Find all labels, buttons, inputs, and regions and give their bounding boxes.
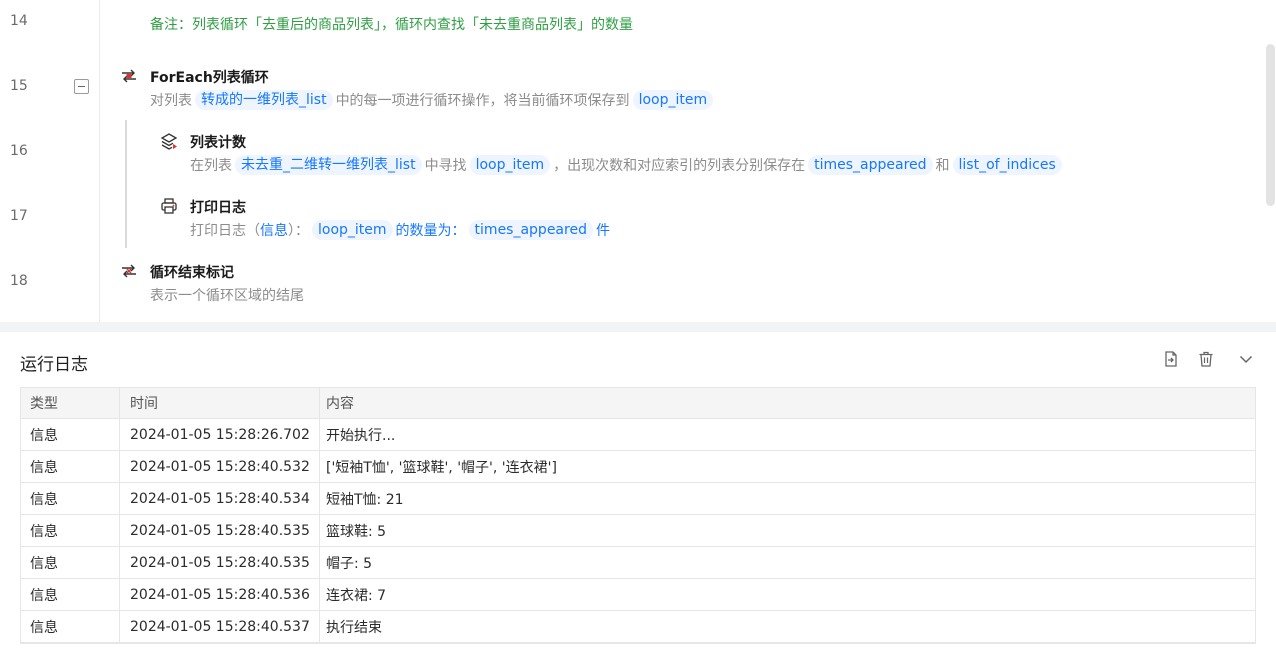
- desc-text: 中的每一项进行循环操作，将当前循环项保存到: [335, 93, 630, 109]
- line-number: 17: [10, 208, 28, 224]
- table-row[interactable]: 信息 2024-01-05 15:28:40.535 篮球鞋: 5: [21, 515, 1255, 547]
- table-row[interactable]: 信息 2024-01-05 15:28:26.702 开始执行...: [21, 419, 1255, 451]
- log-content-cell: 帽子: 5: [326, 555, 373, 572]
- loop-scope-guide: [125, 120, 127, 248]
- step-print-log[interactable]: 打印日志 打印日志（ 信息 ）： loop_item 的数量为： times_a…: [160, 197, 1220, 243]
- step-foreach-loop[interactable]: ForEach列表循环 对列表 转成的一维列表_list 中的每一项进行循环操作…: [120, 67, 1220, 113]
- column-header-time[interactable]: 时间: [120, 388, 320, 418]
- step-title: 打印日志: [190, 200, 246, 216]
- step-title: 循环结束标记: [150, 265, 234, 281]
- desc-text: 和: [935, 158, 950, 174]
- log-type-cell: 信息: [21, 611, 120, 642]
- variable-chip[interactable]: times_appeared: [808, 155, 933, 175]
- run-log-panel: 运行日志 类型 时间 内容 信息 2024-01-05 15:28:26.702…: [0, 332, 1276, 657]
- step-description: 打印日志（ 信息 ）： loop_item 的数量为： times_appear…: [190, 220, 610, 240]
- variable-chip[interactable]: 未去重_二维转一维列表_list: [235, 155, 422, 175]
- line-number: 15: [10, 78, 28, 94]
- step-title: 列表计数: [190, 135, 246, 151]
- line-number: 18: [10, 273, 28, 289]
- log-time-cell: 2024-01-05 15:28:40.535: [120, 547, 320, 578]
- log-content-cell: 开始执行...: [326, 427, 396, 444]
- variable-chip[interactable]: loop_item: [632, 90, 714, 110]
- desc-text: ）：: [288, 223, 309, 239]
- log-content-cell: ['短袖T恤', '篮球鞋', '帽子', '连衣裙']: [326, 459, 557, 476]
- log-type-cell: 信息: [21, 515, 120, 546]
- collapse-panel-button[interactable]: [1235, 348, 1257, 370]
- export-icon: [1165, 351, 1177, 367]
- log-text: 的数量为：: [395, 223, 466, 239]
- log-time-cell: 2024-01-05 15:28:26.702: [120, 419, 320, 450]
- desc-text: 打印日志（: [190, 223, 260, 239]
- step-list-count[interactable]: 列表计数 在列表 未去重_二维转一维列表_list 中寻找 loop_item …: [160, 132, 1220, 178]
- step-description: 表示一个循环区域的结尾: [150, 288, 304, 304]
- log-content-cell: 连衣裙: 7: [326, 587, 387, 604]
- loop-icon: [120, 67, 138, 85]
- desc-text: 中寻找: [424, 158, 467, 174]
- panel-title: 运行日志: [20, 355, 88, 375]
- log-level: 信息: [260, 223, 288, 239]
- step-title: ForEach列表循环: [150, 70, 269, 86]
- log-content-cell: 执行结束: [326, 619, 382, 636]
- log-content-cell: 短袖T恤: 21: [326, 491, 404, 508]
- log-type-cell: 信息: [21, 451, 120, 482]
- workflow-editor: 14 15 16 17 18 备注：列表循环「去重后的商品列表」，循环内查找「未…: [0, 0, 1276, 322]
- line-number: 16: [10, 143, 28, 159]
- column-header-content[interactable]: 内容: [320, 388, 1255, 418]
- trash-icon: [1199, 351, 1213, 367]
- log-time-cell: 2024-01-05 15:28:40.532: [120, 451, 320, 482]
- panel-splitter[interactable]: [0, 322, 1276, 332]
- log-type-cell: 信息: [21, 419, 120, 450]
- loop-end-icon: [120, 262, 138, 280]
- line-number-gutter: 14 15 16 17 18: [0, 0, 100, 322]
- clear-log-button[interactable]: [1195, 348, 1217, 370]
- log-text: 件: [595, 223, 610, 239]
- log-type-cell: 信息: [21, 483, 120, 514]
- table-row[interactable]: 信息 2024-01-05 15:28:40.536 连衣裙: 7: [21, 579, 1255, 611]
- table-row[interactable]: 信息 2024-01-05 15:28:40.532 ['短袖T恤', '篮球鞋…: [21, 451, 1255, 483]
- step-description: 对列表 转成的一维列表_list 中的每一项进行循环操作，将当前循环项保存到 l…: [150, 90, 716, 110]
- log-time-cell: 2024-01-05 15:28:40.536: [120, 579, 320, 610]
- variable-chip[interactable]: loop_item: [469, 155, 551, 175]
- log-table: 类型 时间 内容 信息 2024-01-05 15:28:26.702 开始执行…: [20, 387, 1256, 644]
- export-log-button[interactable]: [1160, 348, 1182, 370]
- editor-scrollbar[interactable]: [1266, 44, 1275, 206]
- step-description: 在列表 未去重_二维转一维列表_list 中寻找 loop_item ，出现次数…: [190, 155, 1065, 175]
- log-time-cell: 2024-01-05 15:28:40.534: [120, 483, 320, 514]
- table-row[interactable]: 信息 2024-01-05 15:28:40.535 帽子: 5: [21, 547, 1255, 579]
- collapse-toggle-icon[interactable]: [74, 79, 89, 94]
- chevron-down-icon: [1239, 355, 1253, 364]
- log-type-cell: 信息: [21, 579, 120, 610]
- log-type-cell: 信息: [21, 547, 120, 578]
- desc-text: 对列表: [150, 93, 192, 109]
- column-header-type[interactable]: 类型: [21, 388, 120, 418]
- table-header-row: 类型 时间 内容: [21, 388, 1255, 419]
- table-row[interactable]: 信息 2024-01-05 15:28:40.537 执行结束: [21, 611, 1255, 643]
- variable-chip[interactable]: list_of_indices: [952, 155, 1062, 175]
- variable-chip[interactable]: times_appeared: [468, 220, 593, 240]
- log-content-cell: 篮球鞋: 5: [326, 523, 387, 540]
- layers-icon: [160, 132, 178, 150]
- log-time-cell: 2024-01-05 15:28:40.535: [120, 515, 320, 546]
- desc-text: ，出现次数和对应索引的列表分别保存在: [553, 158, 806, 174]
- table-row[interactable]: 信息 2024-01-05 15:28:40.534 短袖T恤: 21: [21, 483, 1255, 515]
- log-time-cell: 2024-01-05 15:28:40.537: [120, 611, 320, 642]
- variable-chip[interactable]: 转成的一维列表_list: [195, 90, 333, 110]
- comment-note[interactable]: 备注：列表循环「去重后的商品列表」，循环内查找「未去重商品列表」的数量: [150, 14, 633, 34]
- variable-chip[interactable]: loop_item: [312, 220, 393, 240]
- line-number: 14: [10, 13, 28, 29]
- desc-text: 在列表: [190, 158, 232, 174]
- printer-icon: [160, 197, 178, 215]
- step-loop-end[interactable]: 循环结束标记 表示一个循环区域的结尾: [120, 262, 1220, 308]
